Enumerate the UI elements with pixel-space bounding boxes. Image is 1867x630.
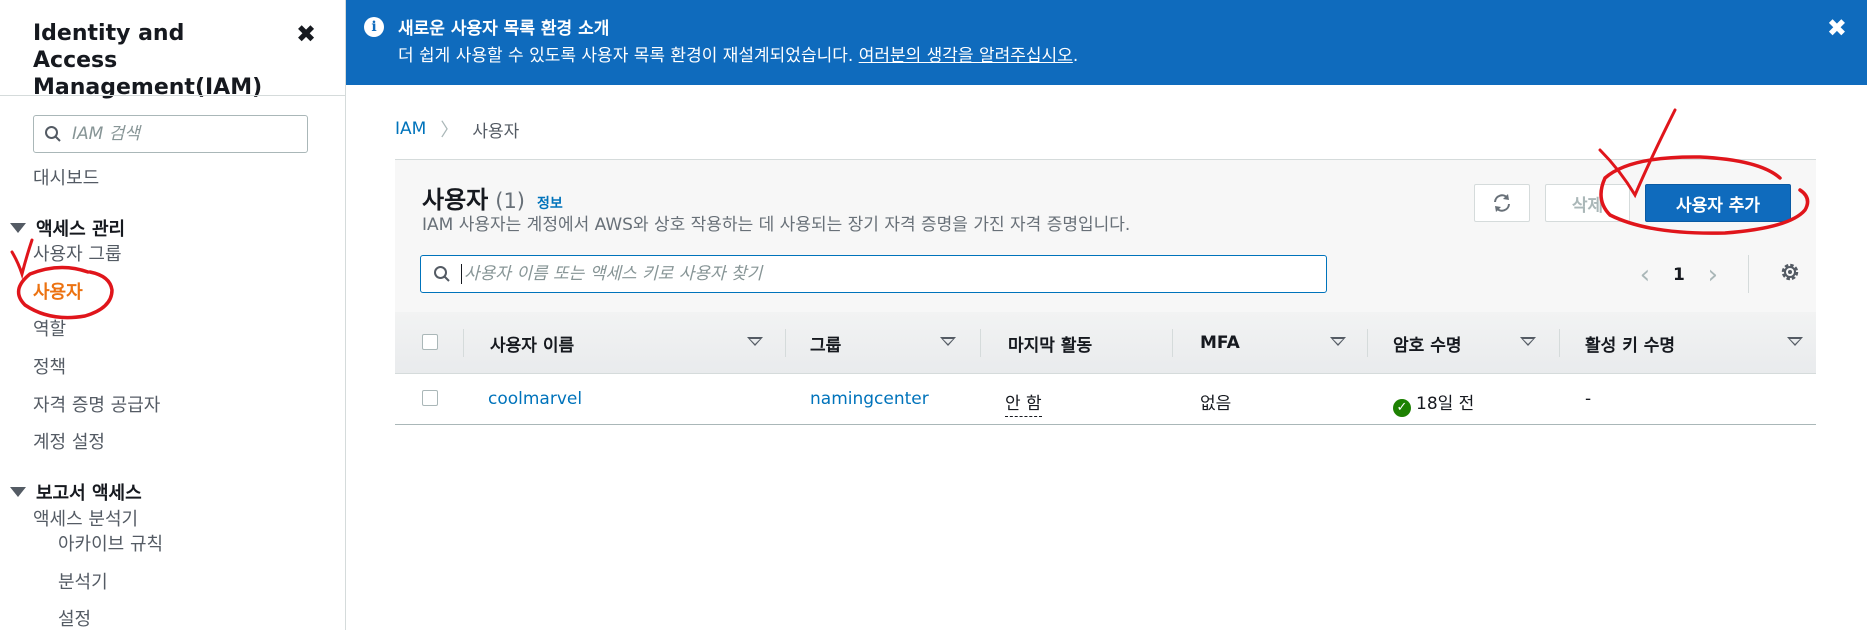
check-circle-icon: ✓ <box>1393 399 1411 417</box>
pager-divider <box>1748 255 1749 293</box>
sidebar-section-access[interactable]: 액세스 관리 <box>10 215 125 241</box>
sidebar-item-access-analyzer[interactable]: 액세스 분석기 <box>33 505 138 531</box>
sort-icon[interactable] <box>1787 337 1803 346</box>
sort-icon[interactable] <box>1520 337 1536 346</box>
column-separator <box>1367 329 1368 357</box>
column-header-last-activity[interactable]: 마지막 활동 <box>1008 312 1092 374</box>
chevron-right-icon[interactable]: › <box>1703 260 1723 290</box>
sidebar-item-account-settings[interactable]: 계정 설정 <box>33 428 105 454</box>
gear-svg <box>1781 263 1799 281</box>
refresh-button[interactable] <box>1474 184 1530 222</box>
info-icon: i <box>364 17 384 37</box>
close-icon[interactable]: ✖ <box>1827 14 1847 42</box>
sidebar-item-roles[interactable]: 역할 <box>33 315 66 341</box>
refresh-icon <box>1494 194 1510 212</box>
column-header-group[interactable]: 그룹 <box>810 312 841 374</box>
sidebar-item-policies[interactable]: 정책 <box>33 353 66 379</box>
add-user-button[interactable]: 사용자 추가 <box>1645 184 1791 222</box>
user-search-input[interactable] <box>461 264 1301 284</box>
sidebar-item-archive-rules[interactable]: 아카이브 규칙 <box>58 530 163 556</box>
password-age-value: 18일 전 <box>1416 394 1475 414</box>
row-checkbox[interactable] <box>422 390 438 406</box>
sidebar-item-dashboard[interactable]: 대시보드 <box>33 164 99 190</box>
table-row: coolmarvel namingcenter 안 함 없음 ✓ 18일 전 - <box>395 374 1816 425</box>
select-all-checkbox[interactable] <box>422 334 438 350</box>
user-search[interactable] <box>420 255 1327 293</box>
pagination: ‹ 1 › <box>1635 260 1723 290</box>
sidebar-title: Identity and Access Management(IAM) <box>33 21 263 100</box>
sidebar-item-settings[interactable]: 설정 <box>58 605 91 630</box>
breadcrumb-iam[interactable]: IAM <box>395 119 426 139</box>
close-icon[interactable]: ✖ <box>296 20 316 48</box>
column-separator <box>980 329 981 357</box>
banner-text: 더 쉽게 사용할 수 있도록 사용자 목록 환경이 재설계되었습니다. 여러분의… <box>398 41 1078 66</box>
access-key-age: - <box>1585 389 1592 409</box>
caret-down-icon <box>10 487 26 497</box>
password-age: ✓ 18일 전 <box>1393 389 1474 417</box>
table-header: 사용자 이름 그룹 마지막 활동 MFA 암호 수명 활성 키 수명 <box>395 312 1816 374</box>
column-header-mfa[interactable]: MFA <box>1200 312 1240 374</box>
delete-button[interactable]: 삭제 <box>1545 184 1630 222</box>
sidebar-section-reports[interactable]: 보고서 액세스 <box>10 479 142 505</box>
page-number[interactable]: 1 <box>1673 265 1685 285</box>
column-separator <box>1559 329 1560 357</box>
column-header-password-age[interactable]: 암호 수명 <box>1393 312 1461 374</box>
sidebar-item-users[interactable]: 사용자 <box>33 278 83 304</box>
banner-message: 더 쉽게 사용할 수 있도록 사용자 목록 환경이 재설계되었습니다. <box>398 46 859 66</box>
column-separator <box>463 329 464 357</box>
feedback-link[interactable]: 여러분의 생각을 알려주십시오 <box>859 46 1073 66</box>
chevron-right-icon: 〉 <box>440 120 459 141</box>
sort-icon[interactable] <box>747 337 763 346</box>
sort-icon[interactable] <box>1330 337 1346 346</box>
group-link[interactable]: namingcenter <box>810 389 929 409</box>
search-icon <box>434 266 450 282</box>
column-header-access-key-age[interactable]: 활성 키 수명 <box>1585 312 1675 374</box>
sidebar: Identity and Access Management(IAM) ✖ 대시… <box>0 0 346 630</box>
banner-title: 새로운 사용자 목록 환경 소개 <box>398 19 610 39</box>
banner-suffix: . <box>1072 46 1079 66</box>
sidebar-search-input[interactable] <box>72 124 292 144</box>
sidebar-item-identity-providers[interactable]: 자격 증명 공급자 <box>33 391 160 417</box>
breadcrumb-current: 사용자 <box>472 121 520 142</box>
sidebar-section-label: 보고서 액세스 <box>36 483 142 504</box>
info-banner: i 새로운 사용자 목록 환경 소개 더 쉽게 사용할 수 있도록 사용자 목록… <box>346 0 1867 85</box>
caret-down-icon <box>10 223 26 233</box>
sidebar-item-user-groups[interactable]: 사용자 그룹 <box>33 240 122 266</box>
chevron-left-icon[interactable]: ‹ <box>1635 260 1655 290</box>
sidebar-section-label: 액세스 관리 <box>36 219 126 240</box>
last-activity: 안 함 <box>1005 394 1042 417</box>
sidebar-search[interactable] <box>33 115 308 153</box>
breadcrumb: IAM 〉 사용자 <box>395 116 519 142</box>
sidebar-item-analyzers[interactable]: 분석기 <box>58 568 108 594</box>
panel-description: IAM 사용자는 계정에서 AWS와 상호 작용하는 데 사용되는 장기 자격 … <box>422 215 1131 235</box>
gear-icon[interactable] <box>1778 260 1802 290</box>
user-name-link[interactable]: coolmarvel <box>488 389 582 409</box>
column-separator <box>785 329 786 357</box>
column-header-user-name[interactable]: 사용자 이름 <box>490 312 574 374</box>
users-panel-header: 사용자 (1) 정보 IAM 사용자는 계정에서 AWS와 상호 작용하는 데 … <box>395 160 1816 312</box>
mfa-value: 없음 <box>1200 394 1232 414</box>
sidebar-divider <box>0 95 346 96</box>
search-icon <box>45 126 61 142</box>
column-separator <box>1172 329 1173 357</box>
sort-icon[interactable] <box>940 337 956 346</box>
